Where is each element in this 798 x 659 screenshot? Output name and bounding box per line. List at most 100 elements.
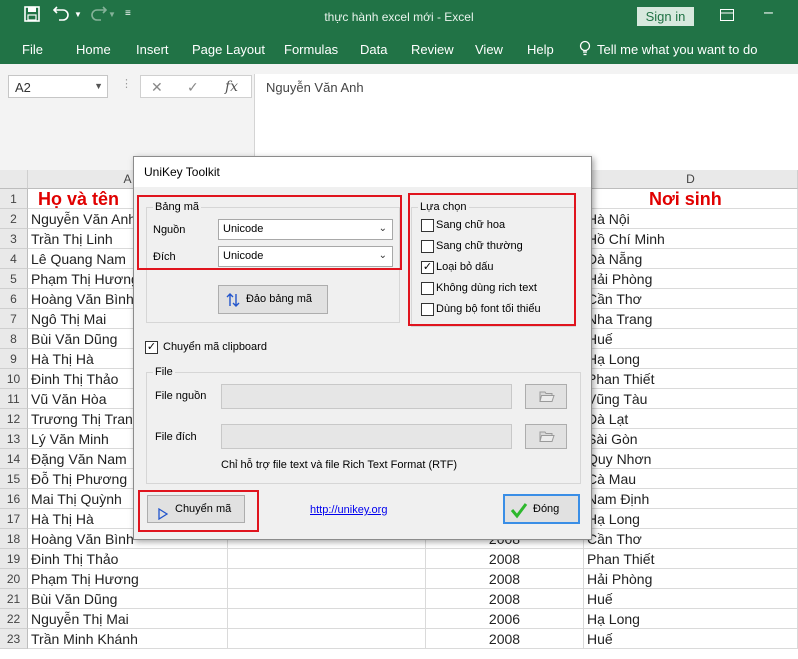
column-header-d[interactable]: D <box>584 170 798 189</box>
row-header[interactable]: 2 <box>0 209 28 229</box>
row-header[interactable]: 19 <box>0 549 28 569</box>
insert-function-icon[interactable]: fx <box>225 79 238 95</box>
file-group-label: File <box>153 366 175 378</box>
row-header[interactable]: 3 <box>0 229 28 249</box>
swap-encoding-label: Đảo bảng mã <box>245 293 313 305</box>
row-header[interactable]: 5 <box>0 269 28 289</box>
cell-b[interactable] <box>228 609 426 629</box>
cell-place[interactable]: Nha Trang <box>584 309 798 329</box>
tab-view[interactable]: View <box>475 42 503 57</box>
cell-place[interactable]: Hải Phòng <box>584 569 798 589</box>
cell-b[interactable] <box>228 629 426 649</box>
select-all-corner[interactable] <box>0 170 28 189</box>
cell-place[interactable]: Đà Nẵng <box>584 249 798 269</box>
swap-arrows-icon <box>226 292 240 319</box>
more-options-icon: ⋮ <box>121 78 132 90</box>
file-dest-input[interactable] <box>221 424 512 449</box>
cell-b[interactable] <box>228 549 426 569</box>
cell-place[interactable]: Cần Thơ <box>584 529 798 549</box>
tab-help[interactable]: Help <box>527 42 554 57</box>
row-header[interactable]: 1 <box>0 189 28 209</box>
name-box[interactable]: A2 ▼ <box>8 75 108 98</box>
row-header[interactable]: 21 <box>0 589 28 609</box>
cell-name[interactable]: Trần Minh Khánh <box>28 629 228 649</box>
row-header[interactable]: 18 <box>0 529 28 549</box>
cell-place[interactable]: Hải Phòng <box>584 269 798 289</box>
tab-formulas[interactable]: Formulas <box>284 42 338 57</box>
file-source-input[interactable] <box>221 384 512 409</box>
folder-open-icon <box>539 430 555 446</box>
ribbon-display-icon[interactable] <box>720 8 734 26</box>
cell-year[interactable]: 2008 <box>426 589 584 609</box>
enter-icon[interactable]: ✓ <box>187 79 199 96</box>
cell-place[interactable]: Phan Thiết <box>584 549 798 569</box>
cancel-icon[interactable]: ✕ <box>151 79 163 96</box>
name-box-value: A2 <box>15 80 31 95</box>
row-header[interactable]: 22 <box>0 609 28 629</box>
row-header[interactable]: 13 <box>0 429 28 449</box>
row-header[interactable]: 9 <box>0 349 28 369</box>
cell-place[interactable]: Quy Nhơn <box>584 449 798 469</box>
cell-name[interactable]: Bùi Văn Dũng <box>28 589 228 609</box>
row-header[interactable]: 16 <box>0 489 28 509</box>
tell-me-search[interactable]: Tell me what you want to do <box>597 42 757 57</box>
lightbulb-icon <box>579 40 591 59</box>
clipboard-label: Chuyển mã clipboard <box>163 341 267 353</box>
browse-source-button[interactable] <box>525 384 567 409</box>
cell-place[interactable]: Hạ Long <box>584 509 798 529</box>
row-header[interactable]: 15 <box>0 469 28 489</box>
cell-year[interactable]: 2008 <box>426 629 584 649</box>
row-header[interactable]: 11 <box>0 389 28 409</box>
sign-in-button[interactable]: Sign in <box>637 7 694 26</box>
cell-b[interactable] <box>228 589 426 609</box>
unikey-website-link[interactable]: http://unikey.org <box>310 504 387 516</box>
row-header[interactable]: 23 <box>0 629 28 649</box>
row-header[interactable]: 20 <box>0 569 28 589</box>
file-dest-label: File đích <box>155 431 197 443</box>
cell-place[interactable]: Hồ Chí Minh <box>584 229 798 249</box>
cell-place[interactable]: Cà Mau <box>584 469 798 489</box>
tab-insert[interactable]: Insert <box>136 42 169 57</box>
cell-place[interactable]: Nam Định <box>584 489 798 509</box>
cell-place[interactable]: Vũng Tàu <box>584 389 798 409</box>
cell-place[interactable]: Hạ Long <box>584 349 798 369</box>
header-cell-place[interactable]: Nơi sinh <box>584 189 798 209</box>
cell-name[interactable]: Phạm Thị Hương <box>28 569 228 589</box>
row-header[interactable]: 17 <box>0 509 28 529</box>
tab-home[interactable]: Home <box>76 42 111 57</box>
tab-page-layout[interactable]: Page Layout <box>192 42 265 57</box>
row-header[interactable]: 14 <box>0 449 28 469</box>
tab-review[interactable]: Review <box>411 42 454 57</box>
row-header[interactable]: 12 <box>0 409 28 429</box>
row-header[interactable]: 7 <box>0 309 28 329</box>
close-button[interactable]: Đóng <box>503 494 580 524</box>
cell-place[interactable]: Hạ Long <box>584 609 798 629</box>
row-header[interactable]: 10 <box>0 369 28 389</box>
cell-year[interactable]: 2008 <box>426 549 584 569</box>
cell-name[interactable]: Nguyễn Thị Mai <box>28 609 228 629</box>
cell-place[interactable]: Huế <box>584 589 798 609</box>
row-header[interactable]: 8 <box>0 329 28 349</box>
cell-place[interactable]: Huế <box>584 629 798 649</box>
cell-year[interactable]: 2006 <box>426 609 584 629</box>
tab-file[interactable]: File <box>22 42 43 57</box>
browse-dest-button[interactable] <box>525 424 567 449</box>
cell-b[interactable] <box>228 569 426 589</box>
cell-place[interactable]: Phan Thiết <box>584 369 798 389</box>
cell-place[interactable]: Đà Lạt <box>584 409 798 429</box>
chevron-down-icon[interactable]: ▼ <box>94 81 103 91</box>
cell-place[interactable]: Huế <box>584 329 798 349</box>
cell-name[interactable]: Đinh Thị Thảo <box>28 549 228 569</box>
row-header[interactable]: 4 <box>0 249 28 269</box>
cell-place[interactable]: Cần Thơ <box>584 289 798 309</box>
cell-year[interactable]: 2008 <box>426 569 584 589</box>
minimize-icon[interactable]: – <box>764 4 773 22</box>
cell-place[interactable]: Hà Nội <box>584 209 798 229</box>
tab-data[interactable]: Data <box>360 42 387 57</box>
swap-encoding-button[interactable]: Đảo bảng mã <box>218 285 328 314</box>
row-header[interactable]: 6 <box>0 289 28 309</box>
formula-bar: A2 ▼ ⋮ ✕ ✓ fx Nguyễn Văn Anh <box>0 64 798 170</box>
cell-place[interactable]: Sài Gòn <box>584 429 798 449</box>
ribbon-tabs: File Home Insert Page Layout Formulas Da… <box>0 34 798 64</box>
clipboard-checkbox[interactable]: ✓ <box>145 341 158 354</box>
